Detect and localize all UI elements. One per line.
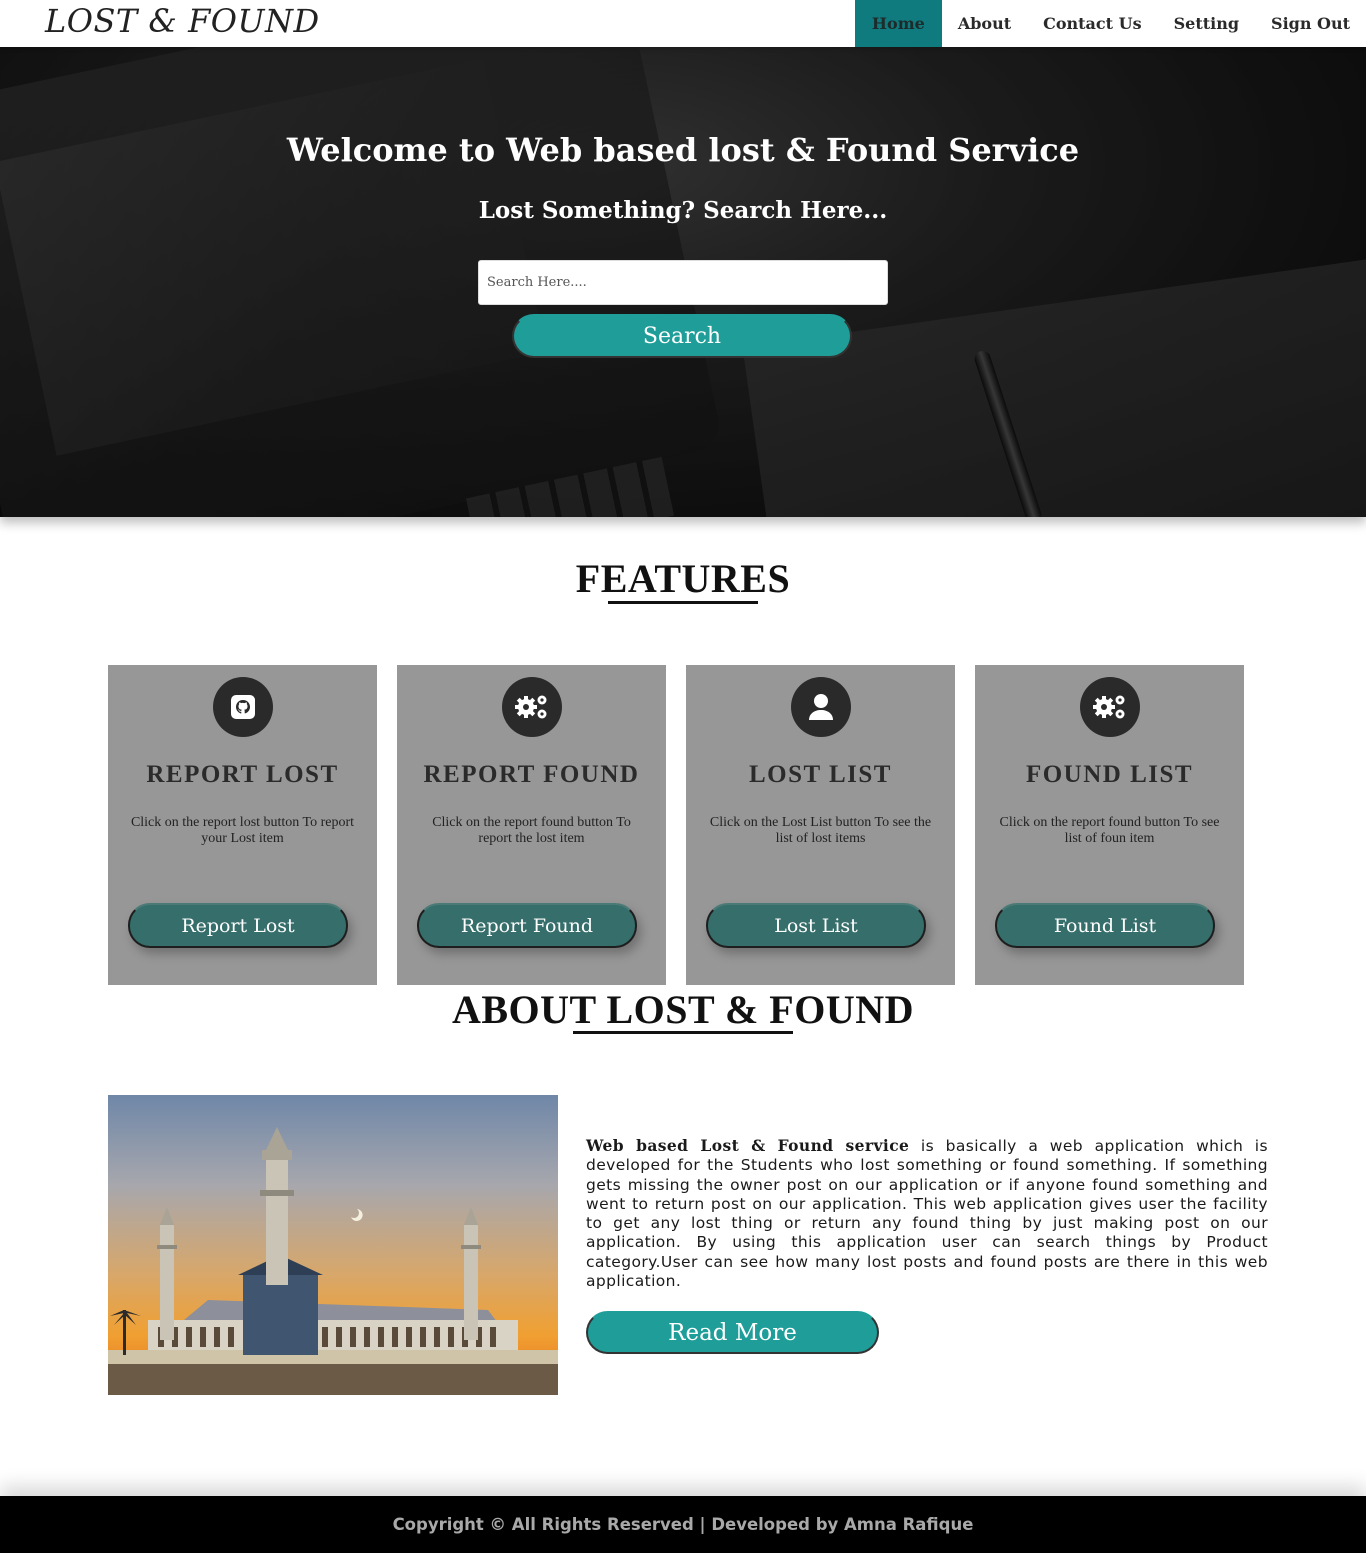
hero-title: Welcome to Web based lost & Found Servic… bbox=[286, 131, 1080, 169]
features-heading: FEATURES bbox=[575, 556, 791, 601]
card-title: FOUND LIST bbox=[1025, 761, 1194, 788]
report-lost-button[interactable]: Report Lost bbox=[128, 903, 348, 948]
found-list-button[interactable]: Found List bbox=[995, 903, 1215, 948]
about-description: Web based Lost & Found service is basica… bbox=[586, 1136, 1268, 1291]
search-button[interactable]: Search bbox=[512, 314, 852, 358]
nav-contact-us[interactable]: Contact Us bbox=[1027, 0, 1157, 47]
card-title: LOST LIST bbox=[749, 761, 892, 788]
cogs-icon bbox=[1080, 677, 1140, 737]
hero-subtitle: Lost Something? Search Here... bbox=[478, 197, 888, 224]
footer-copyright: Copyright © All Rights Reserved | Develo… bbox=[392, 1515, 974, 1534]
about-heading: ABOUT LOST & FOUND bbox=[451, 987, 915, 1032]
feature-card-found-list: FOUND LIST Click on the report found but… bbox=[975, 665, 1244, 985]
main-nav: Home About Contact Us Setting Sign Out bbox=[854, 0, 1366, 47]
report-found-button[interactable]: Report Found bbox=[417, 903, 637, 948]
about-body: is basically a web application which is … bbox=[586, 1137, 1268, 1291]
feature-card-lost-list: LOST LIST Click on the Lost List button … bbox=[686, 665, 955, 985]
nav-about[interactable]: About bbox=[942, 0, 1027, 47]
about-lead: Web based Lost & Found service bbox=[586, 1136, 910, 1155]
mosque-image bbox=[108, 1095, 558, 1395]
site-logo[interactable]: LOST & FOUND bbox=[45, 2, 320, 40]
lost-list-button[interactable]: Lost List bbox=[706, 903, 926, 948]
about-heading-underline bbox=[573, 1031, 793, 1034]
nav-sign-out[interactable]: Sign Out bbox=[1255, 0, 1366, 47]
card-description: Click on the report found button To see … bbox=[999, 815, 1220, 846]
card-title: REPORT LOST bbox=[146, 761, 339, 788]
card-description: Click on the report found button To repo… bbox=[432, 815, 631, 846]
footer: Copyright © All Rights Reserved | Develo… bbox=[0, 1496, 1366, 1553]
navbar: LOST & FOUND Home About Contact Us Setti… bbox=[0, 0, 1366, 47]
hero-banner: Welcome to Web based lost & Found Servic… bbox=[0, 47, 1366, 517]
read-more-button[interactable]: Read More bbox=[586, 1311, 879, 1354]
nav-home[interactable]: Home bbox=[854, 0, 942, 47]
feature-card-report-lost: REPORT LOST Click on the report lost but… bbox=[108, 665, 377, 985]
cogs-icon bbox=[502, 677, 562, 737]
card-title: REPORT FOUND bbox=[423, 761, 640, 788]
nav-setting[interactable]: Setting bbox=[1158, 0, 1255, 47]
user-icon bbox=[791, 677, 851, 737]
features-heading-underline bbox=[608, 601, 758, 604]
card-description: Click on the report lost button To repor… bbox=[130, 815, 355, 846]
github-icon bbox=[213, 677, 273, 737]
feature-card-report-found: REPORT FOUND Click on the report found b… bbox=[397, 665, 666, 985]
search-input[interactable] bbox=[478, 260, 888, 305]
card-description: Click on the Lost List button To see the… bbox=[709, 815, 932, 846]
